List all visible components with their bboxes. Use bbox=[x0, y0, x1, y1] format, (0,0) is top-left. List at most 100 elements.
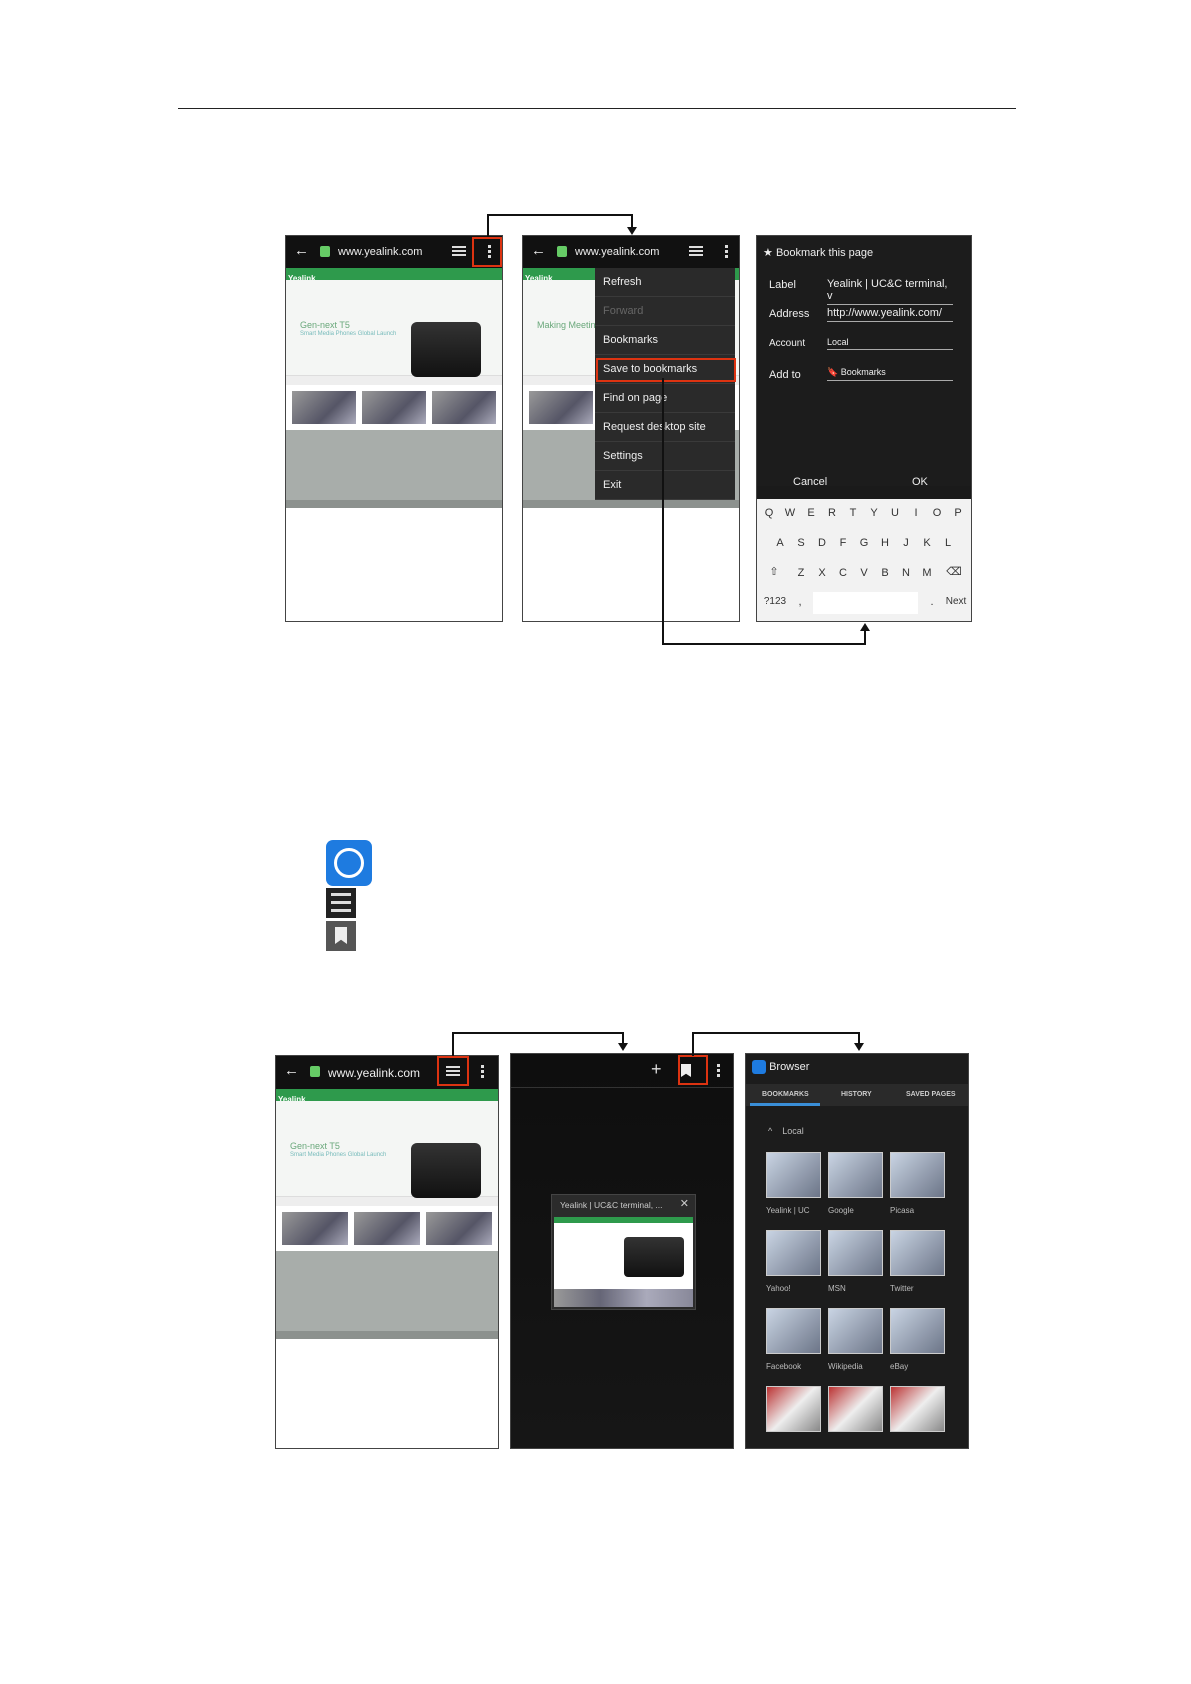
connector bbox=[452, 1032, 624, 1034]
menu-item-request-desktop-site[interactable]: Request desktop site bbox=[595, 413, 735, 442]
menu-item-find-on-page[interactable]: Find on page bbox=[595, 384, 735, 413]
tabs-icon[interactable] bbox=[689, 246, 703, 258]
symbols-key[interactable]: ?123 bbox=[761, 596, 789, 607]
bookmark-tile[interactable] bbox=[890, 1386, 945, 1432]
key-x[interactable]: X bbox=[813, 567, 831, 579]
tab-saved-pages[interactable]: SAVED PAGES bbox=[906, 1091, 956, 1098]
label-field[interactable]: Yealink | UC&C terminal, v bbox=[827, 278, 953, 305]
key-e[interactable]: E bbox=[802, 507, 820, 519]
bookmark-thumbnail bbox=[828, 1386, 883, 1432]
back-arrow-icon[interactable]: ← bbox=[294, 242, 309, 259]
key-s[interactable]: S bbox=[792, 537, 810, 549]
tab-bookmarks[interactable]: BOOKMARKS bbox=[762, 1091, 809, 1098]
connector bbox=[662, 378, 664, 644]
url-text[interactable]: www.yealink.com bbox=[328, 1066, 420, 1080]
bookmark-tile[interactable]: Facebook bbox=[766, 1308, 821, 1371]
bookmark-tile[interactable] bbox=[828, 1386, 883, 1432]
account-select[interactable]: Local bbox=[827, 337, 953, 350]
key-a[interactable]: A bbox=[771, 537, 789, 549]
menu-dots-icon[interactable] bbox=[481, 1065, 485, 1080]
ok-button[interactable]: OK bbox=[912, 476, 928, 488]
period-key[interactable]: . bbox=[923, 596, 941, 608]
addto-field-label: Add to bbox=[769, 369, 801, 381]
tabs-icon[interactable] bbox=[452, 246, 466, 258]
bookmark-tile[interactable]: Twitter bbox=[890, 1230, 945, 1293]
menu-item-refresh[interactable]: Refresh bbox=[595, 268, 735, 297]
menu-item-bookmarks[interactable]: Bookmarks bbox=[595, 326, 735, 355]
key-t[interactable]: T bbox=[844, 507, 862, 519]
chevron-up-icon: ^ bbox=[768, 1126, 773, 1136]
ip-phone-image bbox=[411, 1143, 481, 1198]
key-l[interactable]: L bbox=[939, 537, 957, 549]
folder-header[interactable]: ^ Local bbox=[768, 1126, 804, 1136]
bookmark-tile[interactable]: MSN bbox=[828, 1230, 883, 1293]
menu-item-settings[interactable]: Settings bbox=[595, 442, 735, 471]
tab-history[interactable]: HISTORY bbox=[841, 1091, 872, 1098]
connector bbox=[864, 630, 866, 645]
bookmark-title: Picasa bbox=[890, 1206, 915, 1215]
key-p[interactable]: P bbox=[949, 507, 967, 519]
arrow bbox=[618, 1043, 628, 1051]
bookmark-tile[interactable]: eBay bbox=[890, 1308, 945, 1371]
webpage-content: Yealink Gen-next T5 Smart Media Phones G… bbox=[276, 1089, 498, 1339]
key-j[interactable]: J bbox=[897, 537, 915, 549]
url-text[interactable]: www.yealink.com bbox=[338, 246, 422, 258]
comma-key[interactable]: , bbox=[791, 596, 809, 608]
bookmark-tile[interactable] bbox=[766, 1386, 821, 1432]
shift-key[interactable]: ⇧ bbox=[765, 565, 783, 578]
menu-dots-icon[interactable] bbox=[725, 245, 729, 260]
browser-header: Browser bbox=[752, 1060, 809, 1074]
key-n[interactable]: N bbox=[897, 567, 915, 579]
key-z[interactable]: Z bbox=[792, 567, 810, 579]
address-field[interactable]: http://www.yealink.com/ bbox=[827, 307, 953, 322]
addto-select[interactable]: 🔖 Bookmarks bbox=[827, 367, 953, 381]
key-d[interactable]: D bbox=[813, 537, 831, 549]
key-i[interactable]: I bbox=[907, 507, 925, 519]
cancel-button[interactable]: Cancel bbox=[793, 476, 827, 488]
bookmark-tile[interactable]: Google bbox=[828, 1152, 883, 1215]
new-tab-plus-icon[interactable]: + bbox=[651, 1059, 662, 1080]
key-f[interactable]: F bbox=[834, 537, 852, 549]
key-h[interactable]: H bbox=[876, 537, 894, 549]
back-arrow-icon[interactable]: ← bbox=[284, 1062, 299, 1079]
bookmark-title: Facebook bbox=[766, 1362, 802, 1371]
bookmark-tile[interactable]: Wikipedia bbox=[828, 1308, 883, 1371]
tab-card[interactable]: Yealink | UC&C terminal, ... ✕ bbox=[551, 1194, 696, 1310]
bookmark-thumbnail bbox=[828, 1308, 883, 1354]
menu-item-exit[interactable]: Exit bbox=[595, 471, 735, 500]
key-k[interactable]: K bbox=[918, 537, 936, 549]
next-key[interactable]: Next bbox=[943, 596, 969, 607]
space-key[interactable] bbox=[813, 592, 918, 614]
bookmark-thumbnail bbox=[828, 1230, 883, 1276]
bookmark-thumbnail bbox=[890, 1152, 945, 1198]
bookmark-tile[interactable]: Picasa bbox=[890, 1152, 945, 1215]
key-r[interactable]: R bbox=[823, 507, 841, 519]
key-w[interactable]: W bbox=[781, 507, 799, 519]
soft-keyboard: QWERTYUIOP ASDFGHJKL ZXCVBNM ⇧ ⌫ ?123 , … bbox=[757, 499, 971, 621]
key-u[interactable]: U bbox=[886, 507, 904, 519]
browser-app-icon bbox=[326, 840, 372, 886]
bookmark-tile[interactable]: Yealink | UC bbox=[766, 1152, 821, 1215]
bookmark-tile[interactable]: Yahoo! bbox=[766, 1230, 821, 1293]
bookmark-thumbnail bbox=[890, 1230, 945, 1276]
address-field-label: Address bbox=[769, 308, 810, 320]
key-o[interactable]: O bbox=[928, 507, 946, 519]
hero-title: Gen-next T5 bbox=[300, 320, 350, 330]
key-m[interactable]: M bbox=[918, 567, 936, 579]
site-security-icon bbox=[310, 1066, 320, 1077]
key-v[interactable]: V bbox=[855, 567, 873, 579]
site-hero: Gen-next T5 Smart Media Phones Global La… bbox=[286, 280, 502, 377]
key-g[interactable]: G bbox=[855, 537, 873, 549]
key-q[interactable]: Q bbox=[760, 507, 778, 519]
back-arrow-icon[interactable]: ← bbox=[531, 242, 546, 259]
backspace-key[interactable]: ⌫ bbox=[945, 565, 963, 578]
dialog-title: ★ Bookmark this page bbox=[763, 247, 874, 259]
menu-dots-icon[interactable] bbox=[717, 1064, 721, 1077]
key-b[interactable]: B bbox=[876, 567, 894, 579]
url-text[interactable]: www.yealink.com bbox=[575, 246, 659, 258]
key-c[interactable]: C bbox=[834, 567, 852, 579]
tab-card-preview bbox=[554, 1217, 693, 1307]
key-y[interactable]: Y bbox=[865, 507, 883, 519]
screen-browser-page: ← www.yealink.com Yealink Gen-next T5 Sm… bbox=[285, 235, 503, 622]
close-tab-icon[interactable]: ✕ bbox=[680, 1197, 689, 1210]
